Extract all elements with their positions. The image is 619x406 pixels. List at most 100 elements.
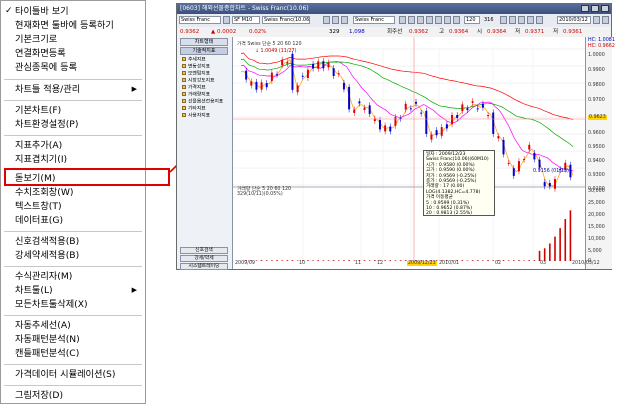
next-button[interactable] (509, 16, 516, 24)
hour-button[interactable] (426, 16, 433, 24)
candle-body (487, 115, 490, 117)
period-month-button[interactable] (341, 16, 348, 24)
refresh-button[interactable] (518, 16, 525, 24)
period-week-button[interactable] (332, 16, 339, 24)
sidebar-item-futures[interactable]: 선물옵션전용지표 (182, 99, 223, 106)
candle-body (445, 124, 448, 129)
volume-bar (513, 260, 515, 261)
volume-bar (502, 260, 505, 261)
y-vol-tick: 20,000 (588, 213, 605, 218)
volume-bar (291, 260, 294, 261)
candle-body (543, 182, 546, 187)
candle-body (389, 126, 392, 132)
candle-body (409, 108, 412, 110)
minimize-button[interactable] (581, 5, 589, 12)
symbol-search-input[interactable]: Swiss Franc (179, 16, 221, 24)
candle-body (306, 69, 309, 78)
search-icon[interactable] (223, 16, 230, 24)
sidebar-item-volume[interactable]: 거래량지표 (182, 92, 210, 99)
chart-plot-area[interactable] (233, 37, 585, 269)
candle-body (523, 158, 526, 160)
y-tick-label: 0.9300 (588, 173, 605, 178)
candle-body (538, 159, 541, 168)
y-tick-label: 0.9600 (588, 131, 605, 136)
candle-body (337, 73, 340, 75)
candle-body (435, 130, 438, 136)
high-annotation: ↓ 1.0049 (11/27) (255, 49, 297, 54)
sidebar-tab-chart-type[interactable]: 차트형태 (180, 38, 228, 46)
candle-body (296, 85, 299, 93)
sidebar-item-market-strength[interactable]: 시장강도지표 (182, 78, 214, 85)
volume-bar (343, 260, 345, 261)
volume-legend: 거래량 단순 5 20 60 120 (237, 187, 292, 192)
high-label: 고 (439, 29, 445, 35)
prev-button[interactable] (500, 16, 507, 24)
volume-bar (543, 248, 546, 261)
zoom-button[interactable] (444, 16, 451, 24)
period-day-button[interactable] (323, 16, 330, 24)
strength-button[interactable]: 강세/약세 (180, 255, 228, 262)
tick-button[interactable] (408, 16, 415, 24)
calendar-icon[interactable] (593, 16, 600, 24)
indicator-sidebar: 차트형태 기술적지표 추세지표 변동성지표 모멘텀지표 시장강도지표 가격지표 … (177, 37, 233, 270)
system-trading-button[interactable]: 시스템트레이딩 (180, 263, 228, 270)
y-vol-tick: 5,000 (588, 249, 602, 254)
symbol-code-input[interactable]: SF M10 (232, 16, 260, 24)
volume-bar (286, 260, 289, 261)
candle-body (461, 104, 464, 112)
y-tick-label: 0.9400 (588, 159, 605, 164)
price-legend: 가격 Swiss 단순 5 20 60 120 (237, 42, 302, 47)
date-input[interactable]: 2010/03/12 (557, 16, 591, 24)
signal-search-button[interactable]: 신호검색 (180, 247, 228, 254)
sidebar-item-momentum[interactable]: 모멘텀지표 (182, 71, 210, 78)
sidebar-item-volatility[interactable]: 변동성지표 (182, 64, 210, 71)
volume-change: 1,098 (349, 29, 365, 35)
low-annotation: 0.9156 (01/18) (533, 169, 569, 174)
options-icon[interactable] (602, 16, 609, 24)
volume-bar (260, 260, 263, 261)
close-button[interactable] (601, 5, 609, 12)
candle-body (492, 112, 495, 134)
x-tick-label: 2010/01 (439, 261, 459, 266)
sidebar-item-user[interactable]: 사용자지표 (182, 113, 210, 120)
last-value: 0.9361 (563, 29, 583, 35)
candle-body (440, 127, 443, 136)
sidebar-tab-technical[interactable]: 기술적지표 (180, 47, 228, 55)
volume-bar (265, 260, 268, 261)
data-tooltip: 일자 : 2009/12/23 Swiss Franc(10.06)(60M10… (423, 150, 495, 216)
print-button[interactable] (527, 16, 534, 24)
lock-button[interactable] (536, 16, 543, 24)
volume-value: 329 (329, 29, 340, 35)
y-tick-label: 0.9900 (588, 68, 605, 73)
chart-svg (233, 37, 585, 262)
candle-body (312, 64, 315, 69)
bar-count-input[interactable]: 120 (464, 16, 480, 24)
volume-bar (538, 250, 541, 261)
candle-body (276, 74, 279, 76)
candle-body (415, 101, 418, 104)
low-label: 저 (515, 29, 521, 35)
candle-body (404, 103, 407, 110)
sidebar-item-other[interactable]: 기타지표 (182, 106, 206, 113)
candle-body (270, 72, 273, 81)
volume-bar (487, 260, 489, 261)
candle-body (471, 101, 474, 103)
last-label: 저 (553, 29, 559, 35)
open-label: 시 (477, 29, 483, 35)
volume-bar (317, 260, 320, 261)
settings-button[interactable] (453, 16, 460, 24)
y-axis: HC: 1.0081 HC: 0.9662 1.0000 0.9900 0.98… (585, 37, 615, 269)
y-vol-tick: 30,000 (588, 189, 605, 194)
maximize-button[interactable] (591, 5, 599, 12)
sidebar-item-trend[interactable]: 추세지표 (182, 57, 206, 64)
volume-bar (482, 260, 484, 261)
chart-type-button[interactable] (435, 16, 442, 24)
close-label: 회주선 (387, 29, 403, 35)
candle-body (512, 168, 515, 176)
y-tick-label: 0.9800 (588, 83, 605, 88)
second-button[interactable] (417, 16, 424, 24)
volume-bar (476, 260, 479, 261)
minute-button[interactable] (399, 16, 406, 24)
sidebar-item-price[interactable]: 가격지표 (182, 85, 206, 92)
y-top-label: HC: 1.0081 (588, 38, 615, 43)
